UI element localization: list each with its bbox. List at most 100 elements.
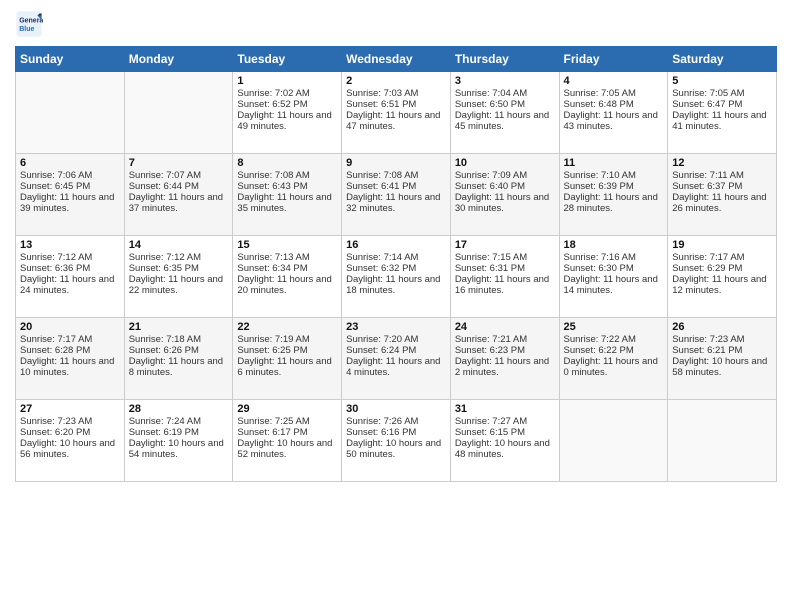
day-info: Sunrise: 7:21 AM [455,334,555,345]
day-info: Daylight: 10 hours and 52 minutes. [237,438,337,460]
calendar-table: SundayMondayTuesdayWednesdayThursdayFrid… [15,46,777,482]
header-cell: Saturday [668,47,777,72]
day-info: Daylight: 11 hours and 16 minutes. [455,274,555,296]
calendar-page: General Blue SundayMondayTuesdayWednesda… [0,0,792,612]
day-number: 26 [672,321,772,333]
day-info: Daylight: 10 hours and 58 minutes. [672,356,772,378]
day-number: 23 [346,321,446,333]
day-info: Sunrise: 7:12 AM [129,252,229,263]
day-info: Daylight: 11 hours and 26 minutes. [672,192,772,214]
day-number: 7 [129,157,229,169]
day-info: Sunset: 6:32 PM [346,263,446,274]
day-info: Sunset: 6:50 PM [455,99,555,110]
day-cell: 1Sunrise: 7:02 AMSunset: 6:52 PMDaylight… [233,72,342,154]
day-info: Sunrise: 7:23 AM [672,334,772,345]
day-info: Sunrise: 7:08 AM [346,170,446,181]
day-cell: 22Sunrise: 7:19 AMSunset: 6:25 PMDayligh… [233,318,342,400]
day-info: Daylight: 11 hours and 37 minutes. [129,192,229,214]
day-number: 25 [564,321,664,333]
day-cell: 4Sunrise: 7:05 AMSunset: 6:48 PMDaylight… [559,72,668,154]
day-cell: 2Sunrise: 7:03 AMSunset: 6:51 PMDaylight… [342,72,451,154]
header-cell: Friday [559,47,668,72]
day-cell: 9Sunrise: 7:08 AMSunset: 6:41 PMDaylight… [342,154,451,236]
day-cell: 16Sunrise: 7:14 AMSunset: 6:32 PMDayligh… [342,236,451,318]
day-info: Sunset: 6:19 PM [129,427,229,438]
day-cell: 26Sunrise: 7:23 AMSunset: 6:21 PMDayligh… [668,318,777,400]
day-cell: 24Sunrise: 7:21 AMSunset: 6:23 PMDayligh… [450,318,559,400]
header: General Blue [15,10,777,38]
day-cell: 13Sunrise: 7:12 AMSunset: 6:36 PMDayligh… [16,236,125,318]
day-info: Daylight: 11 hours and 10 minutes. [20,356,120,378]
day-info: Sunset: 6:47 PM [672,99,772,110]
day-info: Daylight: 11 hours and 30 minutes. [455,192,555,214]
day-info: Sunset: 6:37 PM [672,181,772,192]
day-info: Daylight: 11 hours and 47 minutes. [346,110,446,132]
day-number: 4 [564,75,664,87]
day-cell: 3Sunrise: 7:04 AMSunset: 6:50 PMDaylight… [450,72,559,154]
day-info: Daylight: 10 hours and 48 minutes. [455,438,555,460]
day-info: Sunrise: 7:05 AM [564,88,664,99]
day-info: Sunset: 6:51 PM [346,99,446,110]
day-info: Daylight: 11 hours and 12 minutes. [672,274,772,296]
day-info: Daylight: 11 hours and 14 minutes. [564,274,664,296]
day-info: Sunrise: 7:06 AM [20,170,120,181]
day-cell: 12Sunrise: 7:11 AMSunset: 6:37 PMDayligh… [668,154,777,236]
day-cell: 23Sunrise: 7:20 AMSunset: 6:24 PMDayligh… [342,318,451,400]
day-info: Sunrise: 7:17 AM [20,334,120,345]
day-number: 15 [237,239,337,251]
day-info: Sunset: 6:16 PM [346,427,446,438]
day-cell: 19Sunrise: 7:17 AMSunset: 6:29 PMDayligh… [668,236,777,318]
day-info: Sunrise: 7:19 AM [237,334,337,345]
day-info: Sunrise: 7:14 AM [346,252,446,263]
day-info: Daylight: 11 hours and 28 minutes. [564,192,664,214]
day-number: 1 [237,75,337,87]
day-info: Daylight: 11 hours and 24 minutes. [20,274,120,296]
day-cell: 11Sunrise: 7:10 AMSunset: 6:39 PMDayligh… [559,154,668,236]
day-info: Sunset: 6:43 PM [237,181,337,192]
day-number: 31 [455,403,555,415]
day-info: Sunset: 6:25 PM [237,345,337,356]
week-row: 1Sunrise: 7:02 AMSunset: 6:52 PM Daylight… [16,72,777,154]
header-cell: Tuesday [233,47,342,72]
day-cell: 20Sunrise: 7:17 AMSunset: 6:28 PMDayligh… [16,318,125,400]
day-number: 18 [564,239,664,251]
day-info: Daylight: 11 hours and 43 minutes. [564,110,664,132]
day-number: 10 [455,157,555,169]
day-info: Daylight: 11 hours and 32 minutes. [346,192,446,214]
header-cell: Monday [124,47,233,72]
day-number: 11 [564,157,664,169]
day-info: Daylight: 11 hours and 2 minutes. [455,356,555,378]
day-info: Sunset: 6:35 PM [129,263,229,274]
day-number: 3 [455,75,555,87]
day-info: Sunrise: 7:02 AM [237,88,337,99]
day-info: Sunrise: 7:25 AM [237,416,337,427]
day-info: Sunset: 6:22 PM [564,345,664,356]
day-number: 6 [20,157,120,169]
day-cell: 28Sunrise: 7:24 AMSunset: 6:19 PMDayligh… [124,400,233,482]
day-info: Sunrise: 7:03 AM [346,88,446,99]
day-info: Daylight: 11 hours and 39 minutes. [20,192,120,214]
day-info: Daylight: 11 hours and 35 minutes. [237,192,337,214]
day-number: 20 [20,321,120,333]
day-number: 9 [346,157,446,169]
day-cell: 21Sunrise: 7:18 AMSunset: 6:26 PMDayligh… [124,318,233,400]
day-info: Daylight: 10 hours and 56 minutes. [20,438,120,460]
day-info: Sunrise: 7:18 AM [129,334,229,345]
day-cell [668,400,777,482]
day-number: 2 [346,75,446,87]
day-number: 21 [129,321,229,333]
day-info: Sunset: 6:17 PM [237,427,337,438]
day-number: 24 [455,321,555,333]
day-cell: 31Sunrise: 7:27 AMSunset: 6:15 PMDayligh… [450,400,559,482]
day-info: Sunset: 6:34 PM [237,263,337,274]
day-cell [16,72,125,154]
day-info: Sunset: 6:30 PM [564,263,664,274]
day-info: Daylight: 11 hours and 6 minutes. [237,356,337,378]
day-info: Daylight: 10 hours and 50 minutes. [346,438,446,460]
day-info: Sunrise: 7:05 AM [672,88,772,99]
day-cell: 8Sunrise: 7:08 AMSunset: 6:43 PMDaylight… [233,154,342,236]
svg-text:Blue: Blue [19,26,34,33]
day-info: Sunset: 6:52 PM [237,99,337,110]
day-info: Sunset: 6:44 PM [129,181,229,192]
week-row: 20Sunrise: 7:17 AMSunset: 6:28 PMDayligh… [16,318,777,400]
